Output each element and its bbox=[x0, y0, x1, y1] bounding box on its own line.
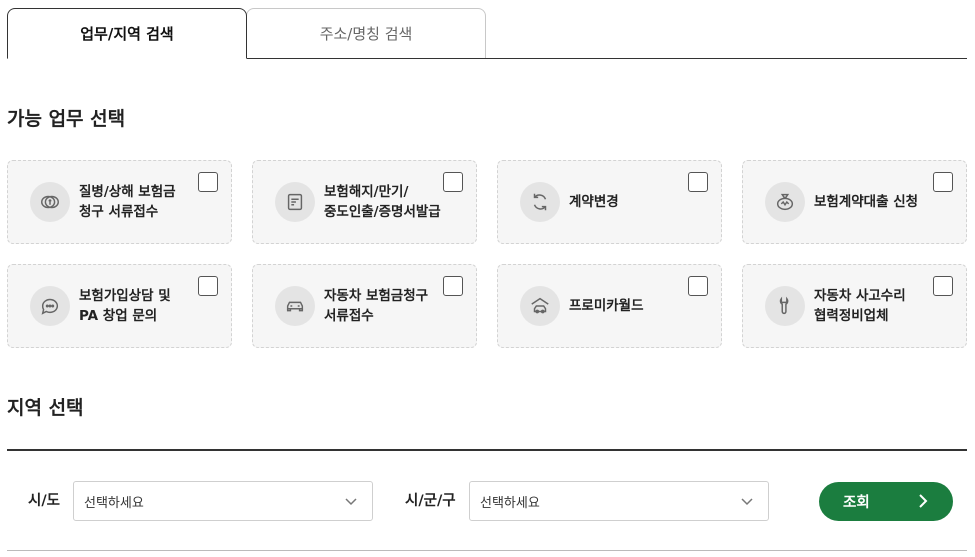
service-card-car-claim[interactable]: 자동차 보험금청구 서류접수 bbox=[252, 264, 477, 348]
car-garage-icon bbox=[520, 286, 560, 326]
search-tabs: 업무/지역 검색 주소/명칭 검색 bbox=[7, 8, 967, 59]
chevron-right-icon bbox=[919, 494, 928, 508]
service-card-termination[interactable]: 보험해지/만기/ 중도인출/증명서발급 bbox=[252, 160, 477, 244]
service-label: 보험해지/만기/ 중도인출/증명서발급 bbox=[324, 184, 441, 220]
service-checkbox[interactable] bbox=[933, 172, 953, 192]
service-checkbox[interactable] bbox=[688, 276, 708, 296]
chat-icon bbox=[30, 286, 70, 326]
service-checkbox[interactable] bbox=[198, 276, 218, 296]
service-card-repair-partner[interactable]: 자동차 사고수리 협력정비업체 bbox=[742, 264, 967, 348]
service-label: 계약변경 bbox=[569, 194, 619, 210]
sido-select[interactable]: 선택하세요 bbox=[73, 481, 373, 521]
chevron-down-icon bbox=[741, 498, 753, 506]
service-card-disease-claim[interactable]: 질병/상해 보험금 청구 서류접수 bbox=[7, 160, 232, 244]
tab-business-region-search[interactable]: 업무/지역 검색 bbox=[7, 8, 247, 59]
service-checkbox[interactable] bbox=[443, 276, 463, 296]
service-checkbox[interactable] bbox=[443, 172, 463, 192]
chevron-down-icon bbox=[345, 498, 357, 506]
service-label: 자동차 보험금청구 서류접수 bbox=[324, 288, 429, 324]
service-grid: 질병/상해 보험금 청구 서류접수 보험해지/만기/ 중도인출/증명서발급 계약… bbox=[7, 160, 967, 348]
document-icon bbox=[275, 182, 315, 222]
service-card-loan[interactable]: 보험계약대출 신청 bbox=[742, 160, 967, 244]
service-label: 자동차 사고수리 협력정비업체 bbox=[814, 288, 906, 324]
sido-select-value: 선택하세요 bbox=[84, 495, 144, 511]
sigungu-select-value: 선택하세요 bbox=[480, 495, 540, 511]
refresh-icon bbox=[520, 182, 560, 222]
service-checkbox[interactable] bbox=[688, 172, 708, 192]
region-divider-top bbox=[7, 449, 967, 451]
region-section-title: 지역 선택 bbox=[7, 397, 84, 419]
service-label: 보험계약대출 신청 bbox=[814, 194, 919, 210]
service-label: 보험가입상담 및 PA 창업 문의 bbox=[79, 288, 171, 324]
sigungu-select[interactable]: 선택하세요 bbox=[469, 481, 769, 521]
car-icon bbox=[275, 286, 315, 326]
tab-address-name-search[interactable]: 주소/명칭 검색 bbox=[246, 8, 486, 58]
service-checkbox[interactable] bbox=[198, 172, 218, 192]
coins-icon bbox=[30, 182, 70, 222]
sigungu-label: 시/군/구 bbox=[405, 493, 456, 509]
search-button[interactable]: 조회 bbox=[819, 482, 953, 521]
service-label: 질병/상해 보험금 청구 서류접수 bbox=[79, 184, 176, 220]
search-button-label: 조회 bbox=[843, 495, 870, 511]
service-card-promicar-world[interactable]: 프로미카월드 bbox=[497, 264, 722, 348]
money-bag-icon bbox=[765, 182, 805, 222]
wrench-icon bbox=[765, 286, 805, 326]
service-card-contract-change[interactable]: 계약변경 bbox=[497, 160, 722, 244]
region-divider-bottom bbox=[7, 550, 967, 551]
service-checkbox[interactable] bbox=[933, 276, 953, 296]
service-section-title: 가능 업무 선택 bbox=[7, 108, 126, 130]
service-card-consulting[interactable]: 보험가입상담 및 PA 창업 문의 bbox=[7, 264, 232, 348]
service-label: 프로미카월드 bbox=[569, 298, 644, 314]
sido-label: 시/도 bbox=[28, 493, 60, 509]
